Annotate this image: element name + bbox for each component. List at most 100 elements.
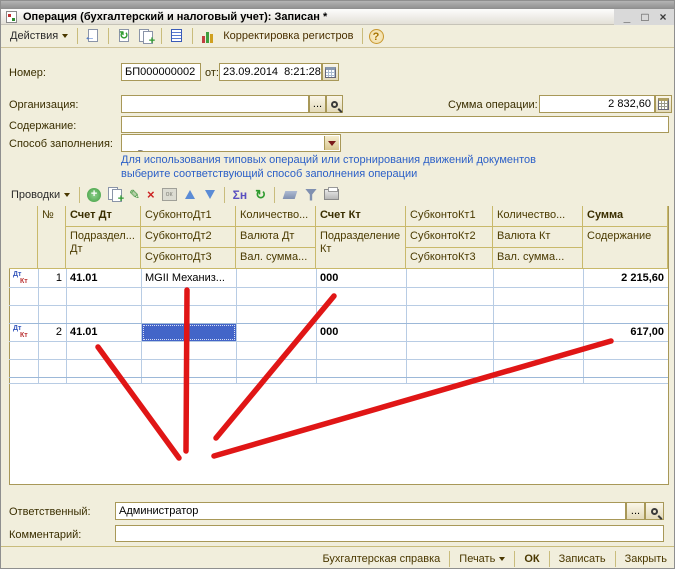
calculator-button[interactable]	[655, 95, 672, 113]
accounting-reference-button[interactable]: Бухгалтерская справка	[313, 553, 449, 565]
totals-icon[interactable]: Σн	[233, 188, 247, 202]
header-kt-sub3: СубконтоКт3	[406, 248, 493, 269]
end-edit-icon[interactable]: ок	[162, 188, 177, 201]
comment-field[interactable]	[115, 525, 664, 542]
header-dt-sub1: СубконтоДт1	[141, 206, 236, 227]
minimize-button[interactable]: _	[618, 10, 636, 24]
cell-row-number[interactable]: 2	[38, 324, 66, 341]
cell-dt-account[interactable]: 41.01	[66, 270, 141, 287]
header-kt-sub1: СубконтоКт1	[406, 206, 493, 227]
operation-sum-field[interactable]: 2 832,60	[539, 95, 655, 113]
reread-icon[interactable]: ↻	[115, 28, 133, 45]
header-kt-currency: Валюта Кт	[493, 227, 583, 248]
window-icon	[6, 11, 17, 23]
calendar-icon	[325, 67, 336, 78]
hint-line-2: выберите соответствующий способ заполнен…	[121, 168, 417, 180]
edit-row-icon[interactable]: ✎	[129, 187, 140, 203]
postings-toolbar: Проводки + + ✎ × ок Σн ↻	[1, 184, 675, 205]
calendar-button[interactable]	[322, 63, 339, 81]
separator	[224, 187, 225, 203]
comment-label: Комментарий:	[9, 529, 81, 541]
selected-cell-dt-subconto1[interactable]	[142, 324, 236, 341]
write-document-icon[interactable]: ←	[84, 28, 102, 45]
move-down-icon[interactable]	[205, 190, 215, 199]
ok-button[interactable]: ОК	[515, 553, 548, 565]
responsible-ellipsis-button[interactable]: ...	[626, 502, 645, 520]
date-label: от:	[205, 67, 219, 79]
footer-bar: Бухгалтерская справка Печать ОК Записать…	[1, 546, 675, 569]
cell-sum[interactable]: 2 215,60	[583, 270, 668, 287]
close-button[interactable]: ×	[654, 10, 672, 24]
chevron-down-icon	[62, 34, 68, 38]
header-dt-currency: Валюта Дт	[236, 227, 316, 248]
operation-window: Операция (бухгалтерский и налоговый учет…	[0, 0, 675, 569]
organization-ellipsis-button[interactable]: ...	[309, 95, 326, 113]
correction-registers-button[interactable]: Корректировка регистров	[223, 30, 353, 42]
copy-add-icon[interactable]: +	[137, 28, 155, 45]
responsible-lookup-button[interactable]	[645, 502, 664, 520]
header-num: №	[38, 206, 66, 269]
chevron-down-icon	[328, 141, 336, 146]
separator	[362, 28, 363, 44]
print-list-icon[interactable]	[324, 189, 339, 200]
chevron-down-icon	[499, 557, 505, 561]
close-window-button[interactable]: Закрыть	[616, 553, 675, 565]
chevron-down-icon	[64, 193, 70, 197]
header-kt-sub2: СубконтоКт2	[406, 227, 493, 248]
responsible-label: Ответственный:	[9, 506, 91, 518]
content-field[interactable]	[121, 116, 669, 133]
registers-chart-icon[interactable]	[199, 28, 217, 45]
header-icon-column	[9, 206, 38, 269]
header-content: Содержание	[583, 227, 668, 269]
cell-dt-subconto1[interactable]: MGII Механиз...	[141, 270, 236, 287]
window-title: Операция (бухгалтерский и налоговый учет…	[23, 11, 327, 23]
hint-line-1: Для использования типовых операций или с…	[121, 154, 536, 166]
cell-sum[interactable]: 617,00	[583, 324, 668, 341]
fill-method-select[interactable]: Вручную	[121, 134, 341, 152]
organization-lookup-button[interactable]	[326, 95, 343, 113]
separator	[274, 187, 275, 203]
settings-flag-icon[interactable]	[283, 191, 298, 199]
cell-kt-account[interactable]: 000	[316, 270, 406, 287]
main-toolbar: Действия ← ↻ + Корректировка регистров ?	[1, 25, 675, 48]
print-button[interactable]: Печать	[450, 553, 514, 565]
operation-sum-label: Сумма операции:	[448, 99, 538, 111]
date-field[interactable]: 23.09.2014 8:21:28	[219, 63, 322, 81]
header-sum: Сумма	[583, 206, 668, 227]
header-kt-qty: Количество...	[493, 206, 583, 227]
move-up-icon[interactable]	[185, 190, 195, 199]
separator	[108, 28, 109, 44]
header-dt-department: Подраздел... Дт	[66, 227, 141, 269]
separator	[77, 28, 78, 44]
maximize-button[interactable]: □	[636, 10, 654, 24]
header-dt-cur-sum: Вал. сумма...	[236, 248, 316, 269]
fill-method-label: Способ заполнения:	[9, 138, 113, 150]
delete-row-icon[interactable]: ×	[147, 187, 155, 202]
title-bar: Операция (бухгалтерский и налоговый учет…	[1, 9, 675, 25]
actions-button[interactable]: Действия	[5, 28, 73, 44]
organization-field[interactable]	[121, 95, 309, 113]
filter-sort-icon[interactable]	[305, 189, 317, 201]
postings-menu-button[interactable]: Проводки	[6, 187, 75, 203]
header-dt-sub3: СубконтоДт3	[141, 248, 236, 269]
help-icon[interactable]: ?	[369, 29, 384, 44]
header-kt-account: Счет Кт	[316, 206, 406, 227]
separator	[192, 28, 193, 44]
responsible-field[interactable]: Администратор	[115, 502, 626, 520]
cell-dt-account[interactable]: 41.01	[66, 324, 141, 341]
parent-window-edge	[1, 1, 675, 9]
add-row-icon[interactable]: +	[87, 188, 101, 202]
number-field[interactable]: БП000000002	[121, 63, 201, 81]
dropdown-button[interactable]	[324, 136, 339, 150]
posting-type-badge: Дт Кт	[11, 271, 35, 287]
copy-row-icon[interactable]: +	[106, 186, 124, 203]
postings-menu-label: Проводки	[11, 189, 60, 201]
header-dt-qty: Количество...	[236, 206, 316, 227]
save-button[interactable]: Записать	[550, 553, 615, 565]
refresh-icon[interactable]: ↻	[255, 187, 266, 203]
cell-kt-account[interactable]: 000	[316, 324, 406, 341]
number-label: Номер:	[9, 67, 46, 79]
organization-label: Организация:	[9, 99, 78, 111]
cell-row-number[interactable]: 1	[38, 270, 66, 287]
structure-icon[interactable]	[168, 28, 186, 45]
